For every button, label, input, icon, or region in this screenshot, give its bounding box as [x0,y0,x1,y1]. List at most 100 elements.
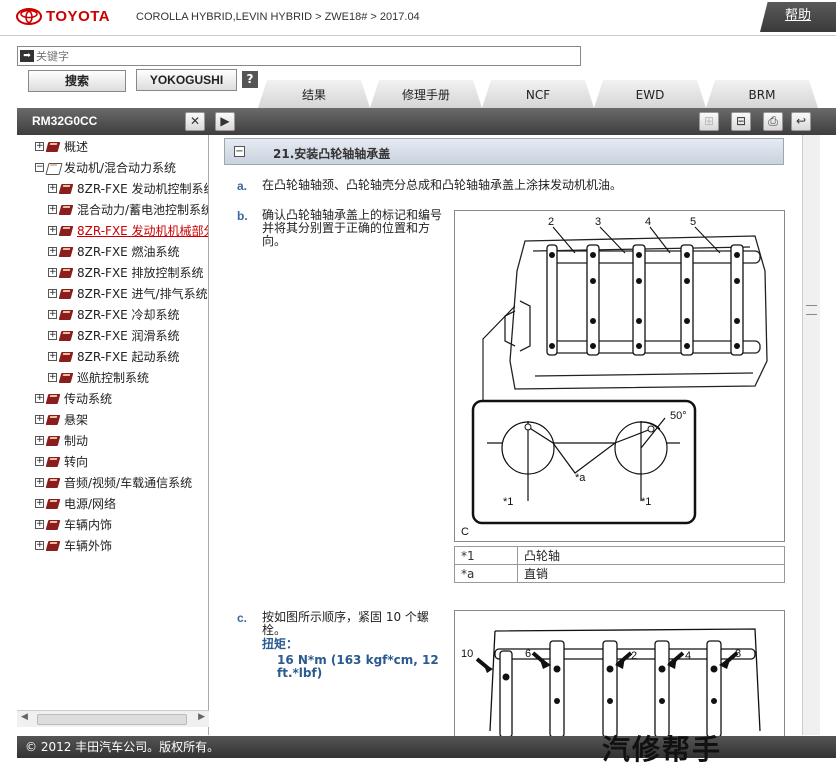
help-link[interactable]: 帮助 [760,2,836,32]
tree-item-label[interactable]: 悬架 [64,411,88,428]
expand-node-icon[interactable]: + [48,351,57,361]
tree-item-label[interactable]: 概述 [64,138,88,155]
fig2-num-10: 10 [461,648,473,660]
expand-node-icon[interactable]: + [48,288,57,298]
expand-node-icon[interactable]: + [35,540,44,550]
expand-node-icon[interactable]: + [35,519,44,529]
collapse-icon[interactable]: ⊟ [731,112,751,131]
tab-repair-manual[interactable]: 修理手册 [370,80,482,108]
print-icon[interactable]: ⎙ [763,112,783,131]
search-input[interactable] [36,48,576,64]
tree-item[interactable]: + 车辆内饰 [35,514,112,534]
tab-results[interactable]: 结果 [258,80,370,108]
tree-item[interactable]: + 巡航控制系统 [48,367,149,387]
tree-item[interactable]: + 制动 [35,430,88,450]
tree-item-label[interactable]: 发动机/混合动力系统 [64,159,176,176]
expand-node-icon[interactable]: + [48,183,57,193]
tree-item[interactable]: + 概述 [35,136,88,156]
expand-icon[interactable]: ⊞ [699,112,719,131]
search-field[interactable]: ➡ [17,46,581,66]
tree-item-label[interactable]: 8ZR-FXE 发动机控制系统 [77,180,208,197]
tree-item-label[interactable]: 车辆外饰 [64,537,112,554]
fig1-num-2: 2 [548,216,554,228]
tree-item[interactable]: + 传动系统 [35,388,112,408]
section-header[interactable]: − 21.安装凸轮轴轴承盖 [224,138,784,165]
tree-item[interactable]: +8ZR-FXE 冷却系统 [48,304,180,324]
help-question-icon[interactable]: ? [242,71,258,88]
expand-node-icon[interactable]: + [48,330,57,340]
collapse-section-icon[interactable]: − [234,146,245,157]
play-icon[interactable]: ▶ [215,112,235,131]
horizontal-scrollbar[interactable]: ◀ ▶ [17,710,209,727]
tree-item[interactable]: + 悬架 [35,409,88,429]
expand-node-icon[interactable]: + [35,435,44,445]
tree-item[interactable]: +8ZR-FXE 排放控制系统 [48,262,204,282]
collapse-node-icon[interactable]: − [35,162,44,172]
fig1-angle: 50° [670,410,687,422]
tab-ncf[interactable]: NCF [482,80,594,108]
tree-item[interactable]: + 混合动力/蓄电池控制系统 [48,199,208,219]
tree-item-label[interactable]: 8ZR-FXE 燃油系统 [77,243,180,260]
expand-node-icon[interactable]: + [35,414,44,424]
expand-node-icon[interactable]: + [48,309,57,319]
tree-item[interactable]: + 转向 [35,451,88,471]
expand-node-icon[interactable]: + [48,246,57,256]
tree-item-label[interactable]: 8ZR-FXE 润滑系统 [77,327,180,344]
document-id: RM32G0CC [32,114,98,128]
fig1-label-c: C [461,526,469,538]
yokogushi-button[interactable]: YOKOGUSHI [136,69,237,91]
back-icon[interactable]: ↩ [791,112,811,131]
book-icon [47,498,60,509]
tree-item-label[interactable]: 车辆内饰 [64,516,112,533]
book-icon [60,351,73,362]
tree-item[interactable]: + 车辆外饰 [35,535,112,555]
tree-item-label[interactable]: 巡航控制系统 [77,369,149,386]
tree-item-label[interactable]: 8ZR-FXE 进气/排气系统 [77,285,208,302]
expand-node-icon[interactable]: + [48,204,57,214]
tree-item-label[interactable]: 8ZR-FXE 发动机机械部分 [77,222,208,239]
tree-item[interactable]: +8ZR-FXE 燃油系统 [48,241,180,261]
legend-key: *a [454,564,518,583]
tab-brm[interactable]: BRM [706,80,818,108]
expand-node-icon[interactable]: + [35,456,44,466]
tree-item-label[interactable]: 8ZR-FXE 起动系统 [77,348,180,365]
expand-node-icon[interactable]: + [48,267,57,277]
expand-node-icon[interactable]: + [48,372,57,382]
tree-item-label[interactable]: 电源/网络 [64,495,116,512]
section-title: 21.安装凸轮轴轴承盖 [273,147,391,161]
expand-node-icon[interactable]: + [35,498,44,508]
expand-node-icon[interactable]: + [35,393,44,403]
expand-node-icon[interactable]: + [48,225,57,235]
step-a-text: 在凸轮轴轴颈、凸轮轴壳分总成和凸轮轴轴承盖上涂抹发动机机油。 [262,178,623,192]
expand-node-icon[interactable]: + [35,141,44,151]
tree-item[interactable]: − 发动机/混合动力系统 [35,157,176,177]
scrollbar-thumb[interactable] [37,714,187,725]
fig1-label-a: *a [575,472,586,484]
tree-item[interactable]: + 音频/视频/车载通信系统 [35,472,192,492]
tree-item[interactable]: + 电源/网络 [35,493,116,513]
tree-item-label[interactable]: 8ZR-FXE 排放控制系统 [77,264,204,281]
tree-item[interactable]: +8ZR-FXE 发动机控制系统 [48,178,208,198]
tree-item-label[interactable]: 传动系统 [64,390,112,407]
search-button[interactable]: 搜索 [28,70,126,92]
tree-item-label[interactable]: 转向 [64,453,88,470]
step-b-label: b. [237,209,248,223]
scroll-grip-icon[interactable] [806,305,817,315]
scroll-left-icon[interactable]: ◀ [21,712,28,722]
tree-item-label[interactable]: 音频/视频/车载通信系统 [64,474,192,491]
tree-item[interactable]: +8ZR-FXE 发动机机械部分 [48,220,208,240]
watermark: 汽修帮手 [602,733,723,766]
tree-item[interactable]: +8ZR-FXE 起动系统 [48,346,180,366]
tab-bar: 结果 修理手册 NCF EWD BRM [258,80,836,108]
vertical-scrollbar[interactable] [802,135,820,735]
scroll-right-icon[interactable]: ▶ [198,712,205,722]
expand-node-icon[interactable]: + [35,477,44,487]
tree-item-label[interactable]: 制动 [64,432,88,449]
tree-item-label[interactable]: 混合动力/蓄电池控制系统 [77,201,208,218]
tree-item[interactable]: +8ZR-FXE 润滑系统 [48,325,180,345]
tree-item[interactable]: +8ZR-FXE 进气/排气系统 [48,283,208,303]
tree-item-label[interactable]: 8ZR-FXE 冷却系统 [77,306,180,323]
tab-ewd[interactable]: EWD [594,80,706,108]
close-icon[interactable]: ✕ [185,112,205,131]
book-icon [47,540,60,551]
